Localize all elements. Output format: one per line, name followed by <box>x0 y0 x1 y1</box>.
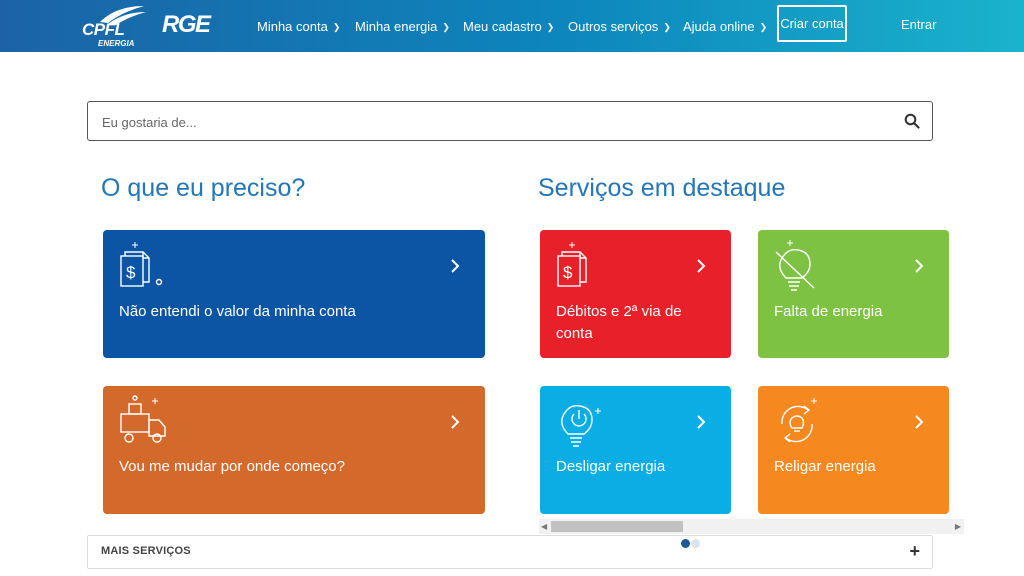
nav-meu-cadastro[interactable]: Meu cadastro ❯ <box>463 0 554 52</box>
chevron-right-icon <box>451 415 460 429</box>
carousel-dot-active[interactable] <box>681 539 690 548</box>
svg-text:$: $ <box>126 263 136 282</box>
scroll-left-icon[interactable]: ◀ <box>541 522 547 531</box>
chevron-down-icon: ❯ <box>546 21 555 32</box>
nav-minha-conta[interactable]: Minha conta ❯ <box>257 0 340 52</box>
svg-text:$: $ <box>563 263 573 282</box>
scrollbar-thumb[interactable] <box>551 521 683 532</box>
chevron-right-icon <box>915 259 924 273</box>
moving-truck-icon <box>120 395 166 443</box>
cpfl-logo[interactable]: CPFL ENERGIA <box>82 6 146 48</box>
card-label: Religar energia <box>774 458 876 475</box>
chevron-right-icon <box>697 259 706 273</box>
bill-dollar-icon: $ <box>557 242 587 287</box>
search-icon[interactable] <box>904 113 920 129</box>
bulb-cycle-icon <box>781 398 817 443</box>
search-input[interactable] <box>100 110 884 134</box>
search-box <box>87 101 933 141</box>
mais-servicos-label: MAIS SERVIÇOS <box>101 545 191 557</box>
card-falta-de-energia[interactable]: Falta de energia <box>758 230 949 358</box>
card-label: Desligar energia <box>556 458 666 475</box>
chevron-down-icon: ❯ <box>663 21 671 32</box>
plus-icon[interactable]: + <box>909 541 920 562</box>
nav-outros-servicos[interactable]: Outros serviços ❯ <box>568 0 671 52</box>
bill-dollar-icon: $ <box>120 242 163 287</box>
nav-ajuda-online[interactable]: Ajuda online ❯ <box>683 0 767 52</box>
card-desligar-energia[interactable]: Desligar energia <box>540 386 731 514</box>
carousel-dot[interactable] <box>691 539 700 548</box>
chevron-down-icon: ❯ <box>332 21 341 32</box>
nav-minha-energia[interactable]: Minha energia ❯ <box>355 0 450 52</box>
card-debitos-2a-via[interactable]: $ Débitos e 2ª via de conta <box>540 230 731 358</box>
rge-logo[interactable]: RGE <box>162 11 211 39</box>
chevron-right-icon <box>451 259 460 273</box>
chevron-right-icon <box>697 415 706 429</box>
mais-servicos-accordion[interactable]: MAIS SERVIÇOS + <box>87 535 933 569</box>
bulb-off-icon <box>775 240 815 291</box>
cpfl-logo-subtext: ENERGIA <box>98 39 135 48</box>
services-horizontal-scrollbar[interactable]: ◀ ▶ <box>539 519 964 534</box>
card-vou-me-mudar[interactable]: Vou me mudar por onde começo? <box>103 386 485 514</box>
scroll-right-icon[interactable]: ▶ <box>955 522 961 531</box>
card-nao-entendi-valor[interactable]: $ Não entendi o valor da minha conta <box>103 230 485 358</box>
card-label: Débitos e 2ª via de conta <box>556 303 682 342</box>
chevron-right-icon <box>915 415 924 429</box>
chevron-down-icon: ❯ <box>442 21 450 32</box>
card-label: Falta de energia <box>774 303 883 320</box>
card-religar-energia[interactable]: Religar energia <box>758 386 949 514</box>
entrar-link[interactable]: Entrar <box>901 0 936 48</box>
card-label: Não entendi o valor da minha conta <box>119 303 356 320</box>
cpfl-logo-text: CPFL <box>82 20 125 39</box>
section-title-servicos-em-destaque: Serviços em destaque <box>538 174 786 202</box>
criar-conta-button[interactable]: Criar conta <box>777 5 847 42</box>
bulb-power-icon <box>561 404 601 447</box>
chevron-down-icon: ❯ <box>759 21 768 32</box>
top-nav-bar: CPFL ENERGIA RGE Minha conta ❯ Minha ener… <box>0 0 1024 52</box>
section-title-o-que-eu-preciso: O que eu preciso? <box>101 174 306 202</box>
card-label: Vou me mudar por onde começo? <box>119 458 345 475</box>
